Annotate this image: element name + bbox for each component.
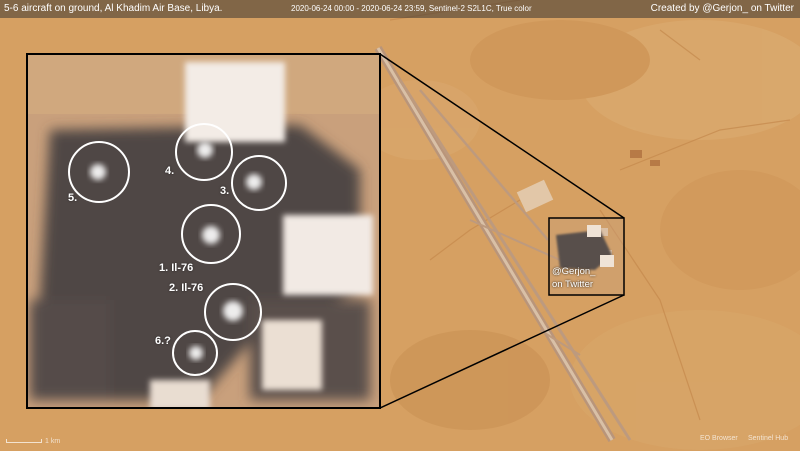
marker-label-4: 4.	[165, 165, 175, 177]
attribution-text: Created by @Gerjon_ on Twitter	[650, 3, 794, 14]
map-credit-line1: @Gerjon_	[552, 266, 596, 277]
scale-label: 1 km	[45, 438, 61, 445]
map-credit: @Gerjon_ on Twitter	[552, 265, 595, 291]
marker-label-3: 3.	[220, 185, 230, 197]
zoom-inset	[27, 54, 380, 408]
marker-label-5: 5.	[68, 192, 78, 204]
scale-bar: 1 km	[6, 438, 60, 445]
marker-label-1: 1. Il-76	[159, 262, 194, 274]
acquisition-info: 2020-06-24 00:00 - 2020-06-24 23:59, Sen…	[291, 4, 532, 13]
sentinel-hub-logo: Sentinel Hub	[748, 435, 789, 442]
image-title: 5-6 aircraft on ground, Al Khadim Air Ba…	[4, 3, 223, 14]
satellite-scene	[0, 0, 800, 451]
map-credit-line2: on Twitter	[552, 279, 594, 290]
eo-browser-logo: EO Browser	[700, 435, 738, 442]
marker-label-6: 6.?	[155, 335, 171, 347]
marker-label-2: 2. Il-76	[169, 282, 204, 294]
